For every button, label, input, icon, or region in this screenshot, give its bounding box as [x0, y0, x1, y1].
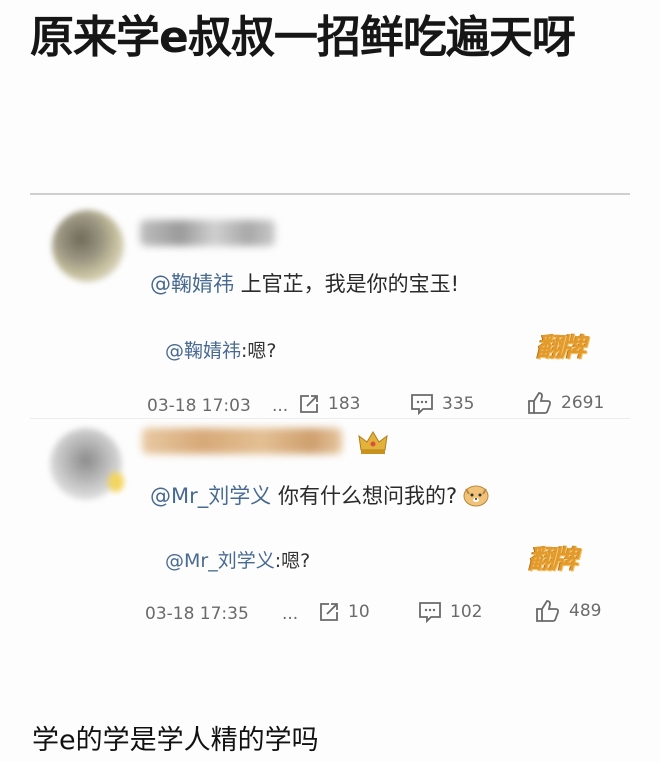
flip-badge-button[interactable]: 翻牌	[520, 328, 600, 368]
doge-icon	[463, 485, 489, 507]
comment-count: 102	[450, 602, 483, 622]
like-button[interactable]: 2691	[527, 391, 604, 415]
reply-body: :嗯?	[274, 550, 311, 572]
comment-text: @鞠婧祎 上官芷，我是你的宝玉!	[150, 268, 459, 298]
comment-separator	[30, 418, 630, 419]
like-count: 489	[569, 601, 602, 621]
comment-body: 上官芷，我是你的宝玉!	[234, 272, 460, 296]
title-divider	[30, 193, 630, 195]
more-ellipsis[interactable]: ...	[272, 396, 288, 416]
share-icon	[320, 603, 338, 621]
flip-badge-button[interactable]: 翻牌	[512, 540, 592, 580]
username-blurred[interactable]	[140, 220, 275, 246]
like-button[interactable]: 489	[535, 599, 601, 623]
like-count: 2691	[561, 393, 605, 413]
comment-icon	[419, 602, 441, 623]
thumbs-up-icon	[536, 600, 560, 622]
comment-icon	[411, 394, 433, 415]
mention-link[interactable]: @鞠婧祎	[165, 340, 241, 362]
share-count: 10	[348, 602, 370, 622]
reply-text: @鞠婧祎:嗯?	[165, 336, 277, 363]
bottom-caption: 学e的学是学人精的学吗	[32, 725, 319, 756]
mention-link[interactable]: @鞠婧祎	[150, 272, 234, 296]
more-ellipsis[interactable]: ...	[282, 604, 298, 624]
share-icon	[300, 395, 318, 413]
comment-button[interactable]: 102	[418, 601, 482, 623]
avatar[interactable]	[50, 428, 124, 500]
comment-button[interactable]: 335	[410, 393, 474, 415]
comment-text: @Mr_刘学义 你有什么想问我的?	[150, 480, 489, 510]
comment-body: 你有什么想问我的?	[271, 484, 458, 508]
comment-count: 335	[442, 394, 475, 414]
avatar[interactable]	[52, 210, 124, 282]
share-button[interactable]: 10	[318, 601, 370, 623]
comment-timestamp: 03-18 17:03	[147, 396, 251, 416]
share-count: 183	[328, 394, 361, 414]
comment-timestamp: 03-18 17:35	[145, 604, 249, 624]
username-blurred[interactable]	[142, 428, 342, 454]
post-title: 原来学e叔叔一招鲜吃遍天呀	[30, 12, 576, 63]
reply-text: @Mr_刘学义:嗯?	[165, 546, 310, 573]
mention-link[interactable]: @Mr_刘学义	[150, 484, 271, 508]
thumbs-up-icon	[528, 392, 552, 414]
reply-body: :嗯?	[241, 340, 277, 362]
mention-link[interactable]: @Mr_刘学义	[165, 550, 275, 572]
share-button[interactable]: 183	[298, 393, 360, 415]
crown-icon	[358, 431, 388, 454]
